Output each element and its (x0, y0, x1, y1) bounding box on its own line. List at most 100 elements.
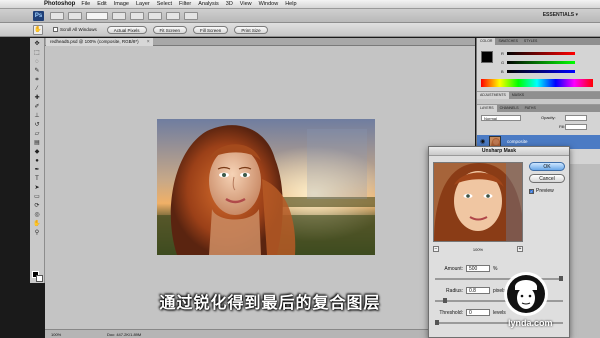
opacity-field[interactable] (565, 115, 587, 121)
eraser-tool-icon[interactable]: ▱ (32, 131, 43, 137)
fill-field[interactable] (565, 124, 587, 130)
hand-tool-button[interactable] (112, 11, 126, 20)
ok-button[interactable]: OK (529, 162, 565, 171)
preview-checkbox-row[interactable]: ✓ Preview (529, 188, 554, 194)
tab-paths[interactable]: PATHS (522, 105, 539, 112)
rotate-view-button[interactable] (148, 11, 162, 20)
history-brush-tool-icon[interactable]: ↺ (32, 122, 43, 128)
close-tab-icon[interactable]: × (147, 38, 150, 46)
blend-mode-select[interactable]: Normal (481, 115, 521, 121)
brush-tool-icon[interactable]: ✐ (32, 104, 43, 110)
preview-label: Preview (536, 188, 554, 194)
menu-filter[interactable]: Filter (179, 1, 191, 7)
arrange-documents-button[interactable] (166, 11, 180, 20)
fill-screen-button[interactable]: Fill Screen (193, 25, 229, 34)
blur-tool-icon[interactable]: ◆ (32, 149, 43, 155)
color-panel: R G B (477, 45, 600, 91)
color-spectrum[interactable] (481, 79, 593, 87)
gradient-tool-icon[interactable]: ▤ (32, 140, 43, 146)
status-zoom[interactable]: 100% (51, 332, 67, 337)
print-size-button[interactable]: Print Size (234, 25, 268, 34)
document-tab[interactable]: redhead5.psd @ 100% (composite, RGB/8*) … (46, 38, 153, 46)
tab-adjustments[interactable]: ADJUSTMENTS (477, 92, 509, 99)
actual-pixels-button[interactable]: Actual Pixels (106, 25, 147, 34)
quick-selection-tool-icon[interactable]: ✎ (32, 68, 43, 74)
path-selection-tool-icon[interactable]: ➤ (32, 185, 43, 191)
preview-checkbox[interactable]: ✓ (529, 188, 534, 194)
red-slider[interactable] (507, 52, 575, 55)
clone-stamp-tool-icon[interactable]: ⊥ (32, 113, 43, 119)
shape-tool-icon[interactable]: ▭ (32, 194, 43, 200)
dodge-tool-icon[interactable]: ● (32, 158, 43, 164)
workspace-switcher[interactable]: ESSENTIALS ▾ (543, 12, 578, 18)
crop-tool-icon[interactable]: ⌗ (32, 77, 43, 83)
document-tab-bar: redhead5.psd @ 100% (composite, RGB/8*) … (45, 38, 475, 46)
marquee-tool-icon[interactable]: ⬚ (32, 50, 43, 56)
zoom-tool-icon[interactable]: ⚲ (32, 230, 43, 236)
dialog-title: Unsharp Mask (429, 147, 569, 156)
zoom-in-button[interactable]: + (516, 246, 523, 252)
lasso-tool-icon[interactable]: ◌ (32, 59, 43, 65)
tab-swatches[interactable]: SWATCHES (495, 38, 520, 45)
eye-icon[interactable]: ◉ (480, 139, 486, 145)
document-canvas-area[interactable] (45, 46, 475, 329)
menu-help[interactable]: Help (285, 1, 296, 7)
photoshop-logo: Ps (33, 10, 44, 21)
hand-tool-icon[interactable]: ✋ (32, 221, 43, 227)
app-name-menu[interactable]: Photoshop (44, 1, 75, 7)
zoom-level-field[interactable] (86, 11, 108, 20)
healing-brush-tool-icon[interactable]: ✚ (32, 95, 43, 101)
tab-styles[interactable]: STYLES (521, 38, 540, 45)
fit-screen-button[interactable]: Fit Screen (152, 25, 188, 34)
amount-field[interactable]: 500 (466, 265, 490, 272)
preview-zoom-controls: − 100% + (433, 246, 523, 252)
status-doc-size: Doc: 447.2K/1.89M (107, 331, 142, 337)
screen-mode-button[interactable] (184, 11, 198, 20)
opacity-label: Opacity: (541, 115, 556, 120)
menu-window[interactable]: Window (259, 1, 279, 7)
amount-label: Amount: (444, 265, 463, 272)
blue-slider[interactable] (507, 70, 575, 73)
menu-image[interactable]: Image (114, 1, 129, 7)
green-slider[interactable] (507, 61, 575, 64)
amount-slider-knob[interactable] (559, 276, 563, 281)
menu-3d[interactable]: 3D (226, 1, 233, 7)
video-subtitle: 通过锐化得到最后的复合图层 (159, 293, 381, 312)
menu-layer[interactable]: Layer (136, 1, 150, 7)
tab-layers[interactable]: LAYERS (477, 105, 497, 112)
zoom-out-button[interactable]: − (433, 246, 439, 252)
menu-analysis[interactable]: Analysis (198, 1, 218, 7)
green-slider-row: G (501, 60, 585, 65)
pen-tool-icon[interactable]: ✒ (32, 167, 43, 173)
menu-edit[interactable]: Edit (97, 1, 106, 7)
launch-bridge-button[interactable] (50, 11, 64, 20)
canvas-image[interactable] (157, 119, 375, 255)
tab-masks[interactable]: MASKS (509, 92, 527, 99)
3d-rotate-tool-icon[interactable]: ⟳ (32, 203, 43, 209)
application-bar: Ps ESSENTIALS ▾ (0, 9, 600, 23)
red-slider-row: R (501, 51, 585, 56)
view-extras-button[interactable] (68, 11, 82, 20)
eyedropper-tool-icon[interactable]: ⁄ (32, 86, 43, 92)
background-color-swatch[interactable] (36, 275, 43, 282)
menu-file[interactable]: File (81, 1, 90, 7)
tab-channels[interactable]: CHANNELS (497, 105, 522, 112)
menu-view[interactable]: View (240, 1, 252, 7)
scroll-all-windows-checkbox[interactable] (53, 27, 58, 32)
type-tool-icon[interactable]: T (32, 176, 43, 182)
menu-select[interactable]: Select (157, 1, 172, 7)
document-tab-title: redhead5.psd @ 100% (composite, RGB/8*) (50, 39, 139, 44)
color-panel-swatch[interactable] (481, 51, 493, 63)
apple-icon[interactable] (30, 0, 38, 8)
3d-orbit-tool-icon[interactable]: ◎ (32, 212, 43, 218)
move-tool-icon[interactable]: ✥ (32, 41, 43, 47)
tool-preset-picker[interactable]: ✋ (33, 24, 43, 35)
amount-unit: % (493, 265, 498, 272)
threshold-slider-knob[interactable] (435, 320, 439, 325)
filter-preview[interactable] (433, 162, 523, 242)
adjustments-panel: ADJUSTMENTS MASKS (477, 91, 600, 104)
cancel-button[interactable]: Cancel (529, 174, 565, 183)
tab-color[interactable]: COLOR (477, 38, 496, 45)
amount-row: Amount: 500 % (435, 265, 497, 272)
zoom-tool-button[interactable] (130, 11, 144, 20)
